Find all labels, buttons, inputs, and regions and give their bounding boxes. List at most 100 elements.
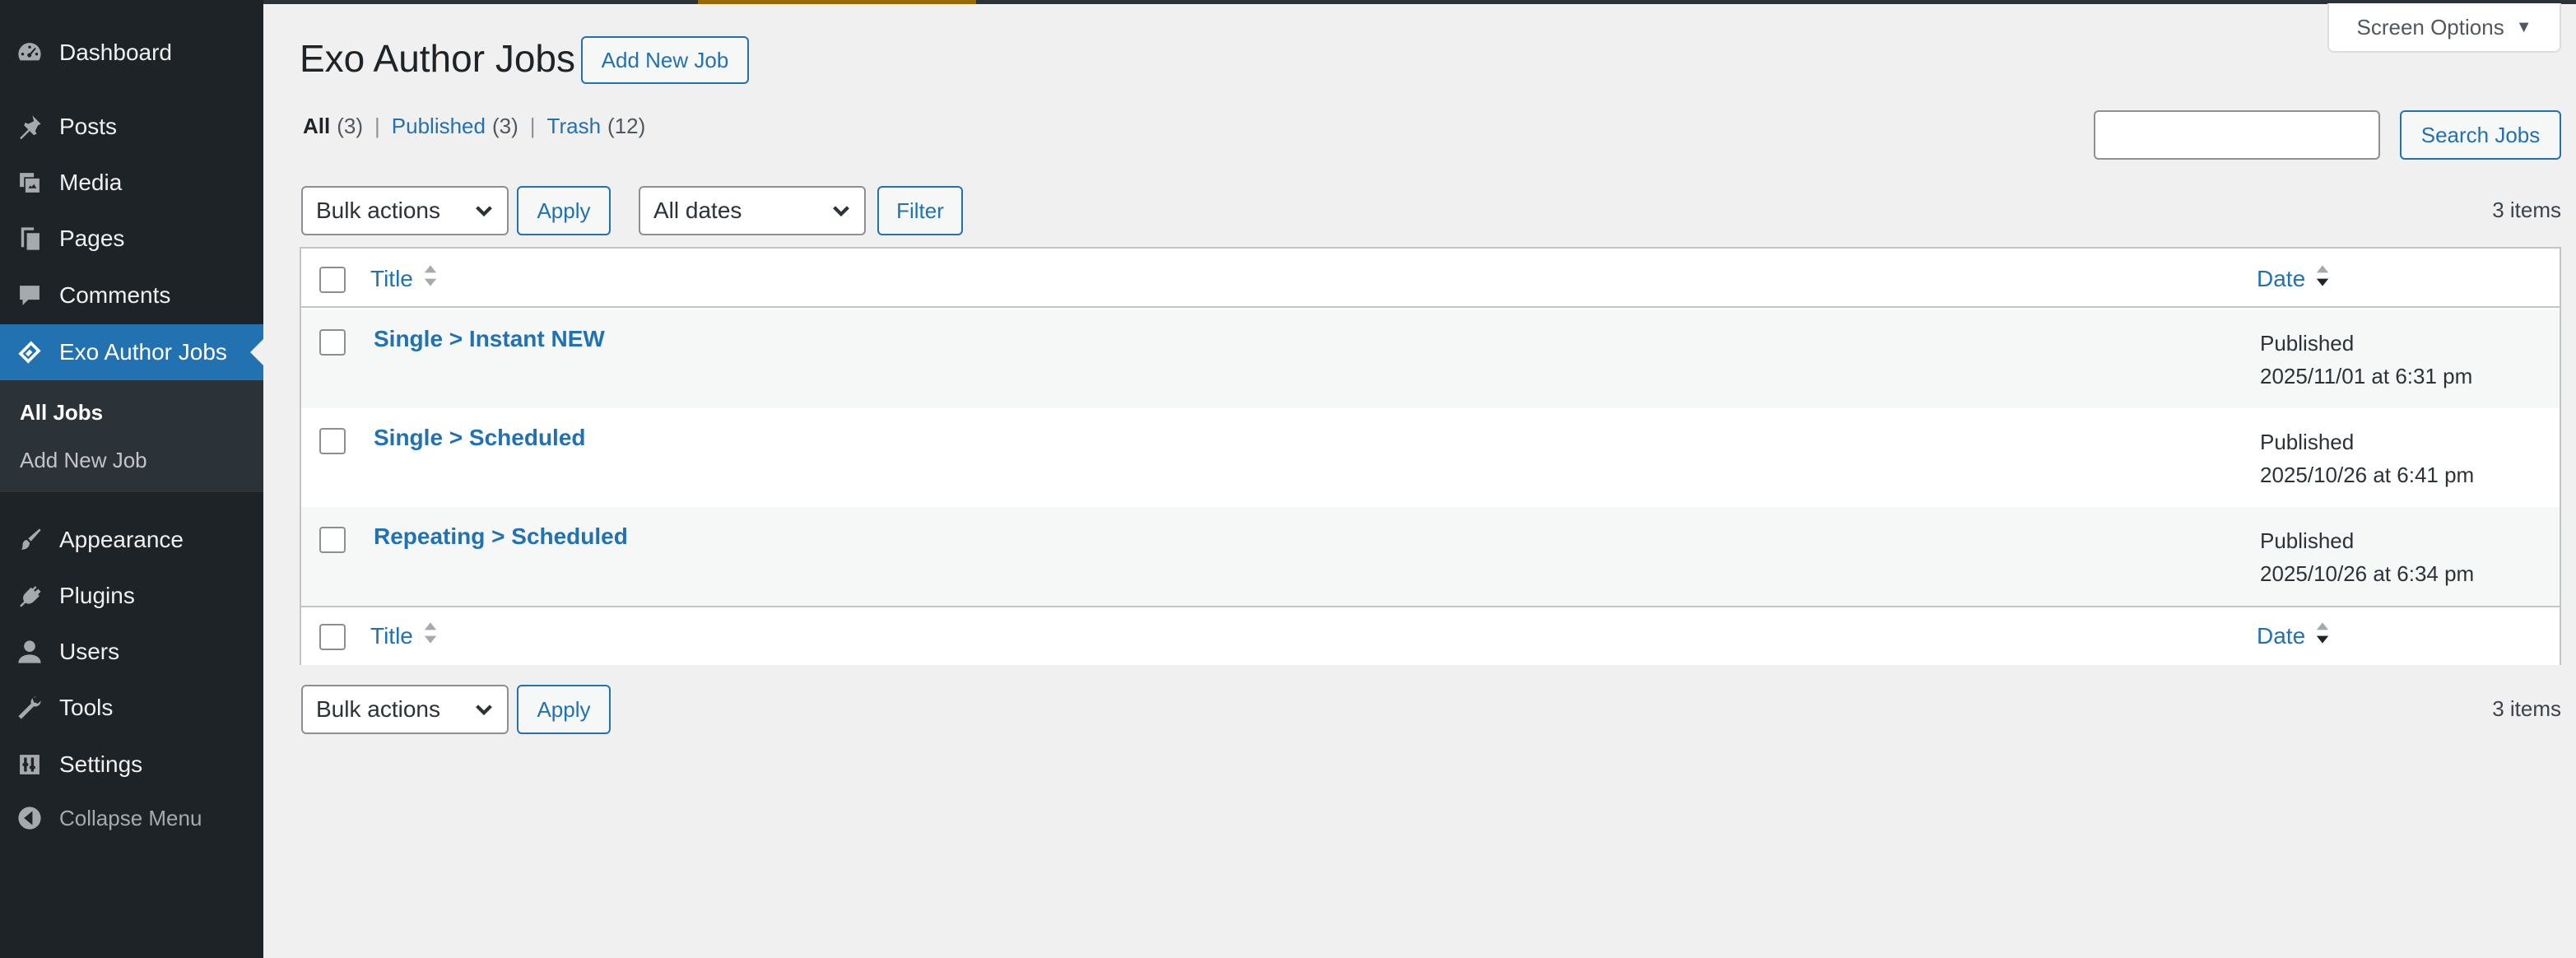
row-date: 2025/11/01 at 6:31 pm [2260,364,2473,388]
sidebar-item-dashboard[interactable]: Dashboard [0,25,263,81]
status-filter-links: All (3) | Published (3) | Trash (12) [303,114,645,139]
sidebar-item-label: Settings [59,751,143,777]
sidebar-item-label: Media [59,170,123,195]
select-all-checkbox-footer[interactable] [319,624,346,650]
view-link-all[interactable]: All [303,114,330,139]
view-separator: | [374,114,380,138]
chevron-down-icon [472,199,495,222]
user-icon [15,637,44,667]
row-title-link[interactable]: Repeating > Scheduled [374,523,628,550]
search-jobs-button[interactable]: Search Jobs [2400,110,2561,160]
bulk-actions-select-top[interactable]: Bulk actions [301,186,509,235]
row-date: 2025/10/26 at 6:34 pm [2260,561,2475,586]
row-status: Published [2260,331,2355,356]
date-column-header[interactable]: Date [2257,263,2330,294]
collapse-menu-button[interactable]: Collapse Menu [0,790,263,846]
screen-options-button[interactable]: Screen Options ▼ [2327,3,2561,53]
collapse-menu-label: Collapse Menu [59,805,202,830]
loader-progress [698,0,976,4]
table-row: Single > Instant NEW Published 2025/11/0… [301,309,2560,408]
date-column-label: Date [2257,622,2306,649]
sidebar-item-label: Comments [59,282,171,308]
items-count-bottom: 3 items [2492,696,2561,721]
sidebar-item-label: Pages [59,226,125,251]
date-filter-select[interactable]: All dates [639,186,866,235]
sidebar-submenu: All Jobs Add New Job [0,380,263,492]
date-column-footer[interactable]: Date [2257,621,2330,651]
table-row: Repeating > Scheduled Published 2025/10/… [301,507,2560,606]
table-footer: Title Date [301,606,2560,665]
view-separator: | [529,114,536,138]
sort-desc-icon [2315,621,2330,651]
sidebar-item-posts[interactable]: Posts [0,99,263,155]
filter-button[interactable]: Filter [877,186,963,235]
chevron-down-icon [472,698,495,721]
table-header: Title Date [301,249,2560,308]
search-input[interactable] [2094,110,2380,160]
select-all-checkbox[interactable] [319,267,346,293]
wrench-icon [15,693,44,723]
submenu-item-all-jobs[interactable]: All Jobs [20,400,103,426]
sidebar-item-tools[interactable]: Tools [0,680,263,736]
sidebar-item-exo-author-jobs[interactable]: Exo Author Jobs [0,324,263,380]
title-column-header[interactable]: Title [370,263,438,294]
page-title: Exo Author Jobs [300,37,575,80]
sort-icon [423,263,438,294]
row-checkbox[interactable] [319,329,346,356]
sidebar-item-media[interactable]: Media [0,155,263,211]
title-column-label: Title [370,265,413,291]
sidebar-item-label: Dashboard [59,40,172,65]
chevron-down-icon [830,199,853,222]
sidebar-item-appearance[interactable]: Appearance [0,512,263,568]
row-status: Published [2260,430,2355,454]
row-status: Published [2260,528,2355,553]
media-icon [15,168,44,198]
plug-icon [15,581,44,611]
top-loader-bar [263,0,2576,4]
submenu-item-add-new-job[interactable]: Add New Job [20,448,147,473]
comment-icon [15,281,44,310]
row-checkbox[interactable] [319,527,346,553]
title-column-label: Title [370,622,413,649]
date-filter-value: All dates [653,198,742,223]
jobs-table: Title Date Single > Instant NEW Publishe… [300,247,2561,665]
row-title-link[interactable]: Single > Instant NEW [374,326,605,352]
sidebar-item-label: Users [59,639,120,664]
sort-desc-icon [2315,263,2330,294]
add-new-job-button[interactable]: Add New Job [581,36,749,84]
apply-button-bottom[interactable]: Apply [517,685,611,734]
table-row: Single > Scheduled Published 2025/10/26 … [301,408,2560,507]
date-column-label: Date [2257,265,2306,291]
dashboard-icon [15,38,44,67]
sidebar-item-users[interactable]: Users [0,624,263,680]
sidebar-item-label: Posts [59,114,118,139]
row-date: 2025/10/26 at 6:41 pm [2260,463,2475,487]
bulk-actions-select-bottom[interactable]: Bulk actions [301,685,509,734]
row-title-link[interactable]: Single > Scheduled [374,425,586,451]
sidebar-item-label: Appearance [59,527,184,552]
sidebar-item-label: Exo Author Jobs [59,339,227,365]
screen-options-label: Screen Options [2356,14,2504,40]
bulk-actions-value: Bulk actions [316,696,440,722]
caret-down-icon: ▼ [2515,17,2532,36]
settings-icon [15,750,44,779]
sort-icon [423,621,438,651]
sidebar-item-plugins[interactable]: Plugins [0,568,263,624]
view-link-trash[interactable]: Trash [547,114,602,139]
pages-icon [15,224,44,253]
sidebar-item-comments[interactable]: Comments [0,267,263,323]
sidebar-item-pages[interactable]: Pages [0,211,263,267]
sidebar-item-settings[interactable]: Settings [0,737,263,793]
jobs-icon [15,337,44,367]
collapse-icon [15,803,44,833]
apply-button-top[interactable]: Apply [517,186,611,235]
bulk-actions-value: Bulk actions [316,198,440,223]
view-count-all: (3) [337,114,364,138]
row-checkbox[interactable] [319,428,346,454]
view-link-published[interactable]: Published [392,114,486,139]
pin-icon [15,112,44,142]
view-count-published: (3) [491,114,518,138]
brush-icon [15,525,44,555]
title-column-footer[interactable]: Title [370,621,438,651]
sidebar-item-label: Plugins [59,583,135,608]
